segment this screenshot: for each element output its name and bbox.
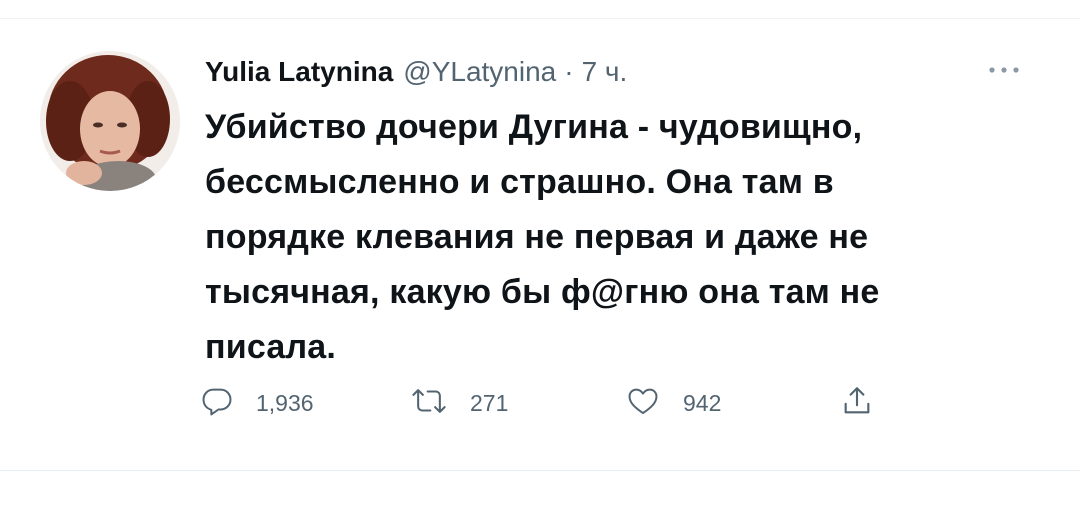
bottom-divider [0,470,1080,471]
reply-button[interactable]: 1,936 [200,380,314,426]
retweet-count: 271 [470,389,509,416]
share-button[interactable] [840,380,874,426]
tweet-actions: 1,936 271 942 [200,380,900,426]
retweet-icon [410,384,448,423]
avatar[interactable] [40,51,180,191]
reply-icon [200,384,234,423]
tweet-timestamp[interactable]: 7 ч. [582,52,628,92]
tweet-card: Yulia Latynina @YLatynina · 7 ч. Убийств… [0,0,1080,509]
tweet-text: Убийство дочери Дугина - чудовищно, бесс… [205,108,880,366]
like-count: 942 [683,389,722,416]
reply-count: 1,936 [256,389,314,416]
more-horizontal-icon[interactable] [984,55,1024,85]
avatar-image [40,51,180,191]
retweet-button[interactable]: 271 [410,380,508,426]
header-separator: · [564,56,574,87]
tweet-header: Yulia Latynina @YLatynina · 7 ч. [205,52,627,92]
share-icon [840,384,874,423]
top-divider [0,18,1080,19]
like-button[interactable]: 942 [625,380,721,426]
user-handle[interactable]: @YLatynina [403,52,556,92]
heart-icon [625,384,661,423]
display-name[interactable]: Yulia Latynina [205,52,393,92]
